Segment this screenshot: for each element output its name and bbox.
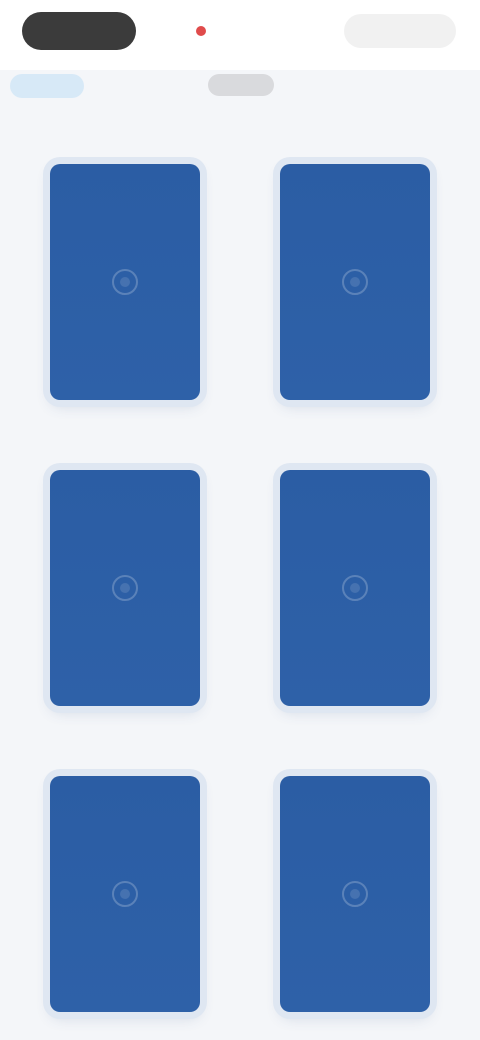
card-emblem-icon [112,575,138,601]
card-back-4[interactable] [280,470,430,706]
center-control[interactable] [196,14,278,48]
card-emblem-icon [342,881,368,907]
card-emblem-icon [342,575,368,601]
card-grid [0,150,480,1020]
card-back-6[interactable] [280,776,430,1012]
top-bar [0,0,480,70]
accent-link[interactable] [10,74,84,98]
card-back-3[interactable] [50,470,200,706]
card-emblem-icon [342,269,368,295]
right-control[interactable] [344,14,456,48]
pill-button[interactable] [22,12,136,50]
status-dot-icon [196,26,206,36]
card-back-2[interactable] [280,164,430,400]
subtitle-badge [208,74,274,96]
card-emblem-icon [112,269,138,295]
card-back-1[interactable] [50,164,200,400]
card-back-5[interactable] [50,776,200,1012]
card-emblem-icon [112,881,138,907]
